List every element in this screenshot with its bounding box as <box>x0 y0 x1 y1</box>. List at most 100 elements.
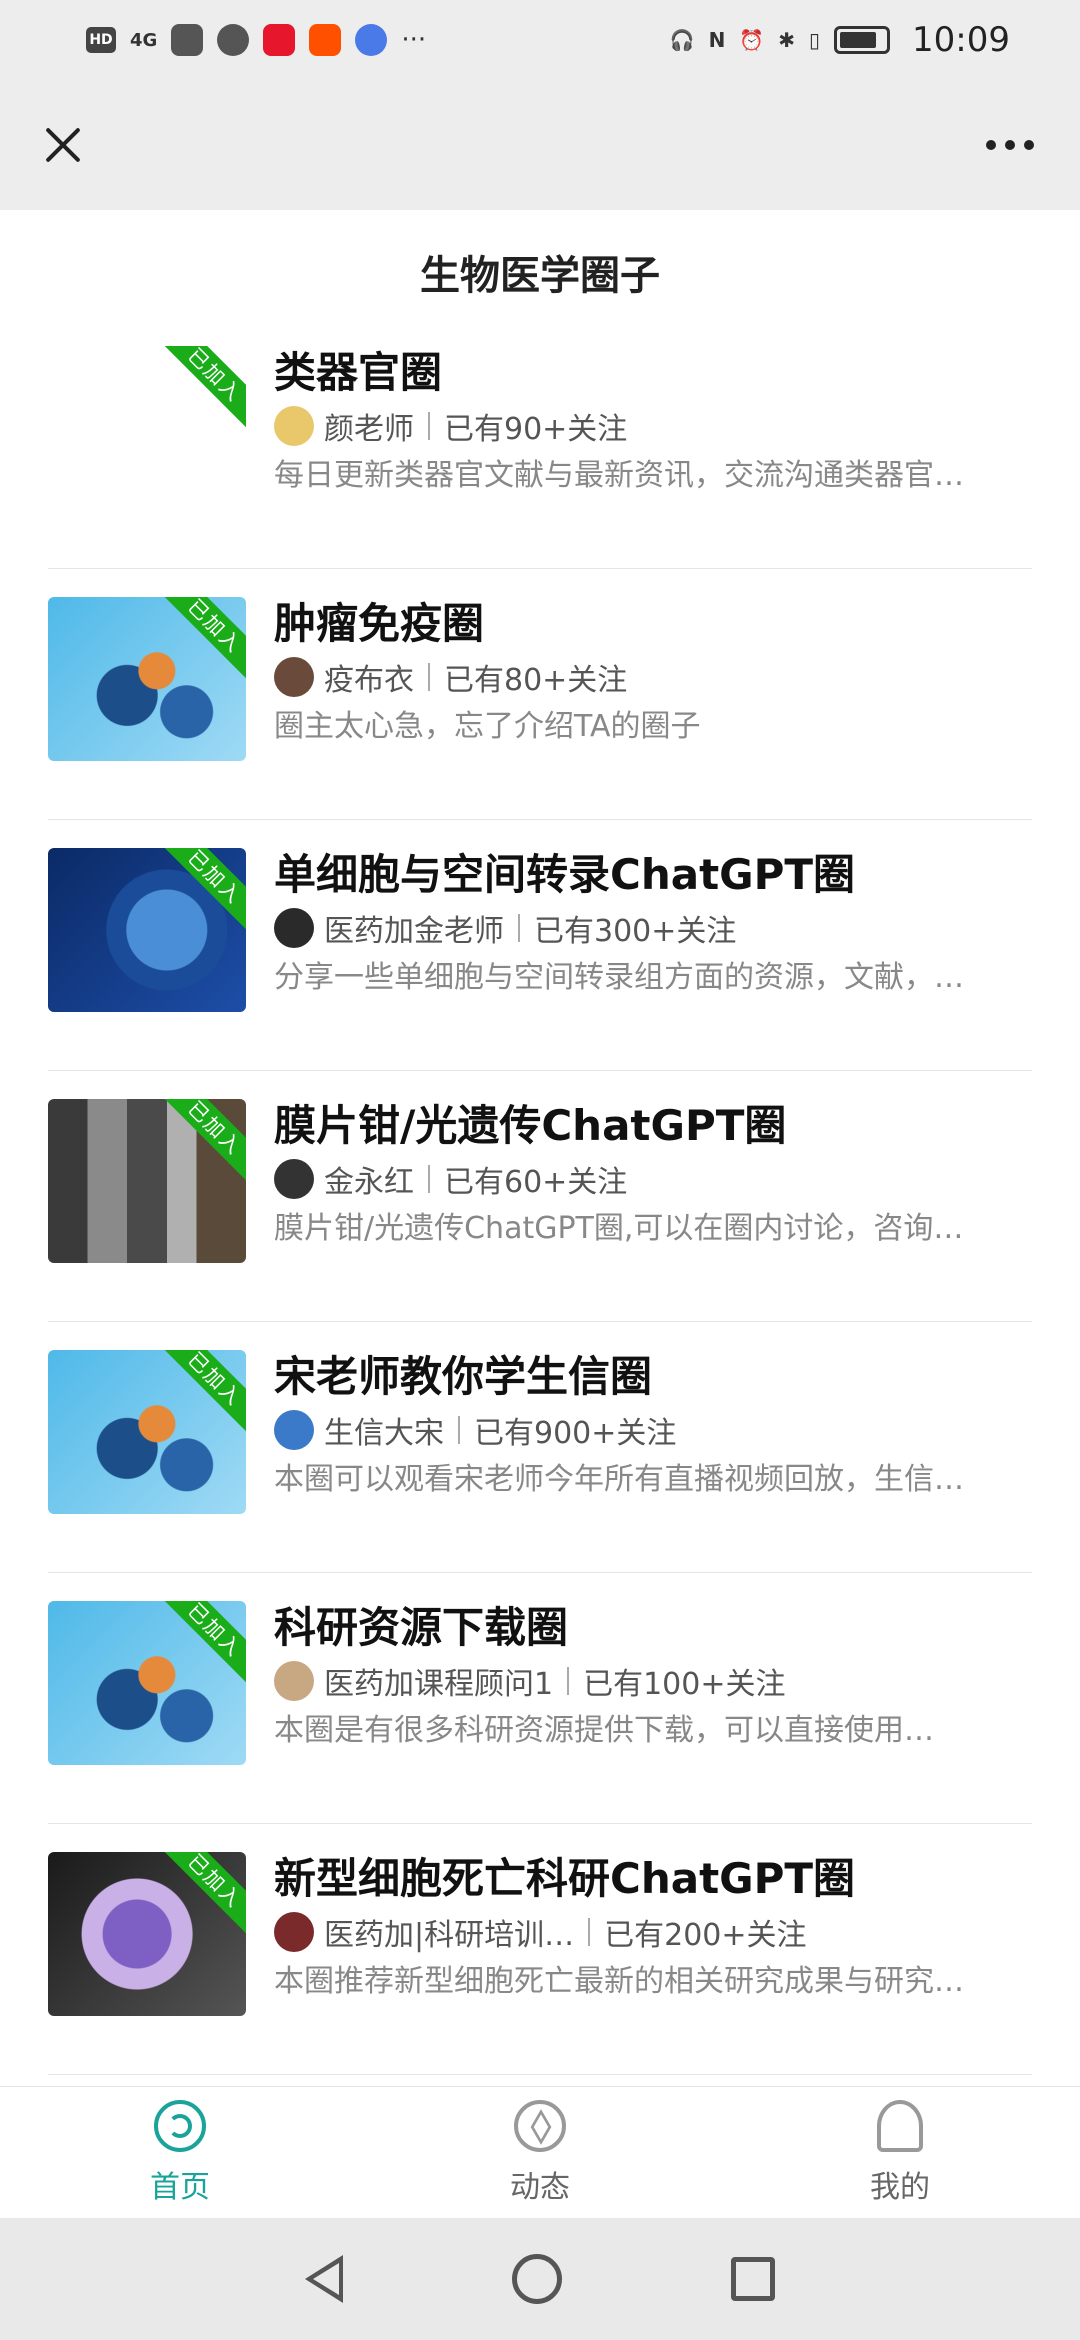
nfc-icon: N <box>708 28 726 52</box>
compass-icon <box>514 2099 566 2152</box>
circle-info: 单细胞与空间转录ChatGPT圈 医药加金老师 已有300+关注 分享一些单细胞… <box>274 848 1032 998</box>
follower-count: 已有80+关注 <box>444 663 628 698</box>
circle-meta: 疫布衣 已有80+关注 <box>274 657 1032 698</box>
circle-meta: 医药加|科研培训… 已有200+关注 <box>274 1912 1032 1953</box>
battery-icon <box>834 26 891 54</box>
divider <box>518 914 520 942</box>
status-right-icons: 🎧 N ⏰ ✱ ▯ 10:09 <box>670 20 1010 60</box>
circle-meta: 金永红 已有60+关注 <box>274 1159 1032 1200</box>
circle-meta: 医药加课程顾问1 已有100+关注 <box>274 1661 1032 1702</box>
circle-list-item[interactable]: 已加入 单细胞与空间转录ChatGPT圈 医药加金老师 已有300+关注 分享一… <box>48 820 1032 1071</box>
circle-description: 本圈推荐新型细胞死亡最新的相关研究成果与研究… <box>274 1964 964 1999</box>
status-left-icons: HD 4G ··· <box>86 24 426 56</box>
owner-name: 医药加|科研培训… <box>324 1918 575 1953</box>
main-content: 生物医学圈子 已加入 类器官圈 颜老师 已有90+关注 每日更新类器官文献与最新… <box>0 210 1080 2086</box>
joined-badge: 已加入 <box>158 1852 246 1938</box>
divider <box>428 412 430 440</box>
divider <box>567 1667 570 1695</box>
status-time: 10:09 <box>912 20 1010 60</box>
owner-avatar <box>274 406 314 446</box>
nav-activity-label: 动态 <box>510 2169 570 2205</box>
close-icon[interactable] <box>36 118 90 172</box>
circle-info: 膜片钳/光遗传ChatGPT圈 金永红 已有60+关注 膜片钳/光遗传ChatG… <box>274 1099 1032 1249</box>
circle-info: 科研资源下载圈 医药加课程顾问1 已有100+关注 本圈是有很多科研资源提供下载… <box>274 1601 1032 1751</box>
circle-list-item[interactable]: 已加入 科研资源下载圈 医药加课程顾问1 已有100+关注 本圈是有很多科研资源… <box>48 1573 1032 1824</box>
circle-info: 肿瘤免疫圈 疫布衣 已有80+关注 圈主太心急，忘了介绍TA的圈子 <box>274 597 1032 747</box>
vibrate-icon: ▯ <box>809 28 821 52</box>
more-dot-icon <box>1024 140 1034 150</box>
joined-badge: 已加入 <box>158 346 246 432</box>
circle-description: 本圈是有很多科研资源提供下载，可以直接使用… <box>274 1713 934 1748</box>
circle-info: 宋老师教你学生信圈 生信大宋 已有900+关注 本圈可以观看宋老师今年所有直播视… <box>274 1350 1032 1500</box>
back-triangle-icon[interactable] <box>304 2255 343 2303</box>
owner-avatar <box>274 657 314 697</box>
owner-name: 医药加金老师 <box>324 914 504 949</box>
circle-list: 已加入 类器官圈 颜老师 已有90+关注 每日更新类器官文献与最新资讯，交流沟通… <box>0 318 1080 2075</box>
circle-description: 本圈可以观看宋老师今年所有直播视频回放，生信… <box>274 1462 964 1497</box>
owner-name: 颜老师 <box>324 412 414 447</box>
taobao-icon <box>309 24 342 56</box>
wechat-work-icon <box>171 24 204 56</box>
divider <box>428 663 430 691</box>
hd-icon: HD <box>86 27 116 53</box>
circle-name: 宋老师教你学生信圈 <box>274 1352 653 1401</box>
owner-name: 医药加课程顾问1 <box>324 1667 554 1702</box>
more-dot-icon <box>986 140 996 150</box>
follower-count: 已有900+关注 <box>474 1416 677 1451</box>
circle-info: 新型细胞死亡科研ChatGPT圈 医药加|科研培训… 已有200+关注 本圈推荐… <box>274 1852 1032 2002</box>
circle-thumbnail: 已加入 <box>48 848 246 1012</box>
follower-count: 已有100+关注 <box>583 1667 786 1702</box>
joined-badge: 已加入 <box>158 848 246 934</box>
circle-thumbnail: 已加入 <box>48 1099 246 1263</box>
circle-meta: 生信大宋 已有900+关注 <box>274 1410 1032 1451</box>
circle-meta: 医药加金老师 已有300+关注 <box>274 908 1032 949</box>
circle-list-item[interactable]: 已加入 肿瘤免疫圈 疫布衣 已有80+关注 圈主太心急，忘了介绍TA的圈子 <box>48 569 1032 820</box>
circle-info: 类器官圈 颜老师 已有90+关注 每日更新类器官文献与最新资讯，交流沟通类器官… <box>274 346 1032 496</box>
divider <box>428 1165 430 1193</box>
joined-badge: 已加入 <box>158 1601 246 1687</box>
circle-description: 膜片钳/光遗传ChatGPT圈,可以在圈内讨论，咨询… <box>274 1211 964 1246</box>
message-icon <box>217 24 250 56</box>
system-nav-bar <box>0 2218 1080 2340</box>
circle-name: 科研资源下载圈 <box>274 1603 569 1652</box>
circle-name: 类器官圈 <box>274 348 443 397</box>
circle-description: 每日更新类器官文献与最新资讯，交流沟通类器官… <box>274 458 964 493</box>
follower-count: 已有200+关注 <box>604 1918 807 1953</box>
nav-home[interactable]: 首页 <box>0 2087 360 2218</box>
circle-list-item[interactable]: 已加入 类器官圈 颜老师 已有90+关注 每日更新类器官文献与最新资讯，交流沟通… <box>48 318 1032 569</box>
circle-thumbnail: 已加入 <box>48 346 246 510</box>
circle-list-item[interactable]: 已加入 膜片钳/光遗传ChatGPT圈 金永红 已有60+关注 膜片钳/光遗传C… <box>48 1071 1032 1322</box>
follower-count: 已有300+关注 <box>534 914 737 949</box>
circle-list-item[interactable]: 已加入 新型细胞死亡科研ChatGPT圈 医药加|科研培训… 已有200+关注 … <box>48 1824 1032 2075</box>
circle-list-item[interactable]: 已加入 宋老师教你学生信圈 生信大宋 已有900+关注 本圈可以观看宋老师今年所… <box>48 1322 1032 1573</box>
divider <box>588 1918 591 1946</box>
follower-count: 已有60+关注 <box>444 1165 628 1200</box>
owner-name: 生信大宋 <box>324 1416 444 1451</box>
circle-thumbnail: 已加入 <box>48 597 246 761</box>
nav-activity[interactable]: 动态 <box>360 2087 720 2218</box>
home-icon <box>154 2099 206 2152</box>
owner-avatar <box>274 1410 314 1450</box>
bluetooth-icon: ✱ <box>778 28 795 52</box>
alarm-icon: ⏰ <box>739 28 765 52</box>
circle-name: 膜片钳/光遗传ChatGPT圈 <box>274 1101 787 1150</box>
owner-name: 疫布衣 <box>324 663 414 698</box>
circle-description: 分享一些单细胞与空间转录组方面的资源，文献，… <box>274 960 964 995</box>
owner-avatar <box>274 908 314 948</box>
joined-badge: 已加入 <box>158 1099 246 1185</box>
top-bar <box>0 80 1080 210</box>
divider <box>458 1416 460 1444</box>
owner-name: 金永红 <box>324 1165 414 1200</box>
circle-name: 单细胞与空间转录ChatGPT圈 <box>274 850 856 899</box>
signal-4g-icon: 4G <box>130 29 158 51</box>
nav-mine-label: 我的 <box>870 2169 930 2205</box>
more-options-button[interactable] <box>976 130 1044 160</box>
owner-avatar <box>274 1159 314 1199</box>
circle-thumbnail: 已加入 <box>48 1852 246 2016</box>
more-dots-icon: ··· <box>401 25 427 55</box>
home-circle-icon[interactable] <box>511 2254 562 2304</box>
circle-thumbnail: 已加入 <box>48 1350 246 1514</box>
nav-mine[interactable]: 我的 <box>720 2087 1080 2218</box>
circle-name: 肿瘤免疫圈 <box>274 599 485 648</box>
recent-square-icon[interactable] <box>731 2257 776 2301</box>
